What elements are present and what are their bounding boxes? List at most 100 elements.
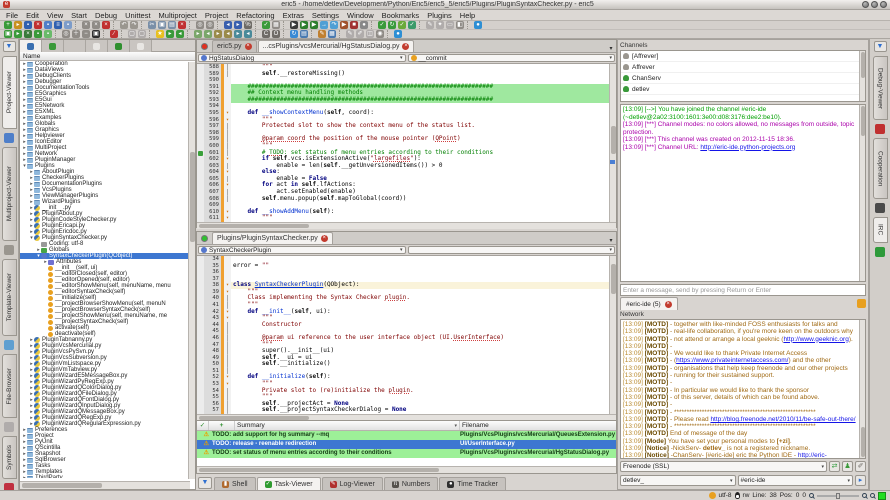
code-line[interactable]: 44 Constructor — [197, 321, 616, 329]
save-project-icon[interactable]: ▪ — [34, 30, 42, 38]
eraser-icon[interactable]: ▭ — [446, 21, 454, 29]
fold-collapse-icon[interactable]: ▾ — [224, 208, 231, 216]
new-icon[interactable]: + — [4, 21, 12, 29]
hyperlink[interactable]: http://www.geeknic.org — [783, 336, 848, 343]
web-browser-icon[interactable]: ✎ — [346, 30, 354, 38]
tab-list-button[interactable]: ▾ — [606, 237, 616, 244]
delete-icon[interactable]: × — [178, 21, 186, 29]
method-next-icon[interactable]: ▸ — [194, 30, 202, 38]
zoom-slider[interactable] — [817, 492, 859, 499]
save-copy-icon[interactable]: ▪ — [64, 21, 72, 29]
vertical-scrollbar[interactable] — [859, 51, 865, 101]
tree-column-header[interactable]: Name — [20, 52, 195, 61]
macro-icon[interactable]: ▦ — [328, 30, 336, 38]
refresh-icon[interactable]: ↻ — [290, 30, 298, 38]
code-line[interactable]: 611 ▾ """ — [197, 214, 616, 222]
member-combo[interactable]: __commit ▾ — [407, 54, 615, 62]
menu-start[interactable]: Start — [67, 11, 91, 20]
task-next-icon[interactable]: ▸ — [214, 30, 222, 38]
scrollbar-thumb[interactable] — [611, 126, 616, 154]
unittest-script-icon[interactable]: ✓ — [398, 21, 406, 29]
search-next-icon[interactable]: ◎ — [206, 21, 214, 29]
code-area[interactable]: 588 """ 589 self.__restoreMissing() 590 591… — [197, 64, 616, 222]
irc-icon[interactable]: ● — [474, 21, 482, 29]
sidebar-tab-multiproject-viewer[interactable]: Multiproject-Viewer — [1, 146, 17, 241]
hyperlink[interactable]: http://blog.freenode.net/2010/11/be-safe… — [710, 416, 855, 423]
close-all-icon[interactable]: × — [92, 21, 100, 29]
run-script-icon[interactable]: ▶ — [310, 21, 318, 29]
fold-collapse-icon[interactable]: ▾ — [224, 169, 231, 176]
close-project-icon[interactable]: × — [24, 30, 32, 38]
hyperlink[interactable]: https://www.privateinternetaccess.com/ — [676, 357, 788, 364]
hyperlink[interactable]: http://eric-ide.python-projects.org — [700, 144, 795, 151]
search-icon[interactable]: ◎ — [196, 21, 204, 29]
redo-icon[interactable]: ↷ — [130, 21, 138, 29]
tool-tab-numbers[interactable]: π Numbers — [383, 477, 439, 490]
sidebar-tab-file-browser[interactable]: File-Browser — [1, 353, 17, 418]
maximize-button[interactable] — [871, 1, 878, 8]
complete-icon[interactable]: O — [272, 30, 280, 38]
fold-collapse-icon[interactable]: ▾ — [224, 156, 231, 163]
code-line[interactable]: 593 ####################################… — [197, 96, 616, 104]
join-channel-button[interactable]: ▸ — [855, 475, 866, 486]
fold-collapse-icon[interactable]: ▾ — [224, 374, 231, 381]
code-line[interactable]: 608 self.menu.popup(self.mapToGlobal(coo… — [197, 195, 616, 203]
vertical-scrollbar[interactable] — [609, 256, 616, 414]
close-button[interactable] — [880, 1, 887, 8]
open-project-icon[interactable]: ▸ — [14, 30, 22, 38]
calltip-icon[interactable]: C — [262, 30, 270, 38]
sources-tab[interactable] — [20, 40, 42, 52]
close-icon[interactable]: × — [34, 21, 42, 29]
edit-pencil-icon[interactable]: ✎ — [426, 21, 434, 29]
fold-collapse-icon[interactable]: ▾ — [224, 380, 231, 388]
fold-collapse-icon[interactable]: ▾ — [224, 288, 231, 296]
channel-tab[interactable]: #eric-ide (5) × — [620, 297, 678, 310]
close-icon[interactable]: × — [664, 300, 672, 308]
scrollbar-thumb[interactable] — [199, 224, 309, 228]
virtualenv-icon[interactable]: ● — [394, 30, 402, 38]
editor-tab[interactable]: Plugins/PluginSyntaxChecker.py × — [212, 232, 333, 244]
zoom-in-icon[interactable]: ＋ — [72, 30, 80, 38]
forms-tab[interactable] — [42, 40, 64, 52]
icon-editor-icon[interactable]: ✐ — [356, 30, 364, 38]
undo-icon[interactable]: ↶ — [120, 21, 128, 29]
menu-unittest[interactable]: Unittest — [121, 11, 154, 20]
vertical-scrollbar[interactable] — [609, 64, 616, 222]
connect-button[interactable]: ⇄ — [829, 461, 840, 472]
horizontal-scrollbar[interactable] — [197, 222, 616, 229]
user-list-item[interactable]: ChanServ — [621, 73, 865, 84]
bookmark-icon[interactable]: ★ — [156, 30, 164, 38]
highlight-pen-icon[interactable]: ∕ — [110, 30, 118, 38]
open-icon[interactable]: ▸ — [14, 21, 22, 29]
save-icon[interactable]: ▪ — [24, 21, 32, 29]
unittest-icon[interactable]: ✓ — [378, 21, 386, 29]
task-row[interactable]: ⚠ TODO: release - reenable redirection UI/… — [197, 440, 616, 449]
code-metrics-icon[interactable]: ▦ — [272, 21, 280, 29]
save-project-as-icon[interactable]: ▪ — [44, 30, 52, 38]
filter-funnel-icon[interactable]: ▼ — [198, 477, 212, 489]
tree-item[interactable]: ▸ ThirdParty — [20, 475, 195, 478]
sidebar-tab-cooperation[interactable]: Cooperation — [872, 138, 888, 199]
network-select[interactable]: Freenode (SSL) ▾ — [620, 461, 827, 472]
fold-collapse-icon[interactable]: ▾ — [224, 110, 231, 117]
pretty-print-icon[interactable]: ✎ — [318, 30, 326, 38]
goto-back-icon[interactable]: ◂ — [224, 21, 232, 29]
filter-funnel-icon[interactable]: ▼ — [873, 41, 887, 52]
zoom-in-icon[interactable] — [862, 493, 867, 498]
minimize-button[interactable] — [862, 1, 869, 8]
bookmark-next-icon[interactable]: ▸ — [166, 30, 174, 38]
edit-network-button[interactable]: ✐ — [855, 461, 866, 472]
menu-extras[interactable]: Extras — [279, 11, 308, 20]
task-toggle-icon[interactable]: ✓ — [262, 21, 270, 29]
code-line[interactable]: 40 Class implementing the Syntax Checker… — [197, 295, 616, 303]
spell-check-icon[interactable]: % — [244, 21, 252, 29]
continue-icon[interactable]: ▶ — [340, 21, 348, 29]
menu-plugins[interactable]: Plugins — [423, 11, 456, 20]
bookmark-prev-icon[interactable]: ◂ — [176, 30, 184, 38]
filename-column-header[interactable]: Filename — [460, 421, 616, 430]
horizontal-scrollbar[interactable] — [197, 466, 616, 473]
code-line[interactable]: 38 ▾ class SyntaxCheckerPlugin(QObject): — [197, 282, 616, 289]
menu-help[interactable]: Help — [456, 11, 479, 20]
fold-collapse-icon[interactable]: ▾ — [224, 215, 231, 222]
sidebar-tab-project-viewer[interactable]: Project-Viewer — [1, 56, 17, 129]
